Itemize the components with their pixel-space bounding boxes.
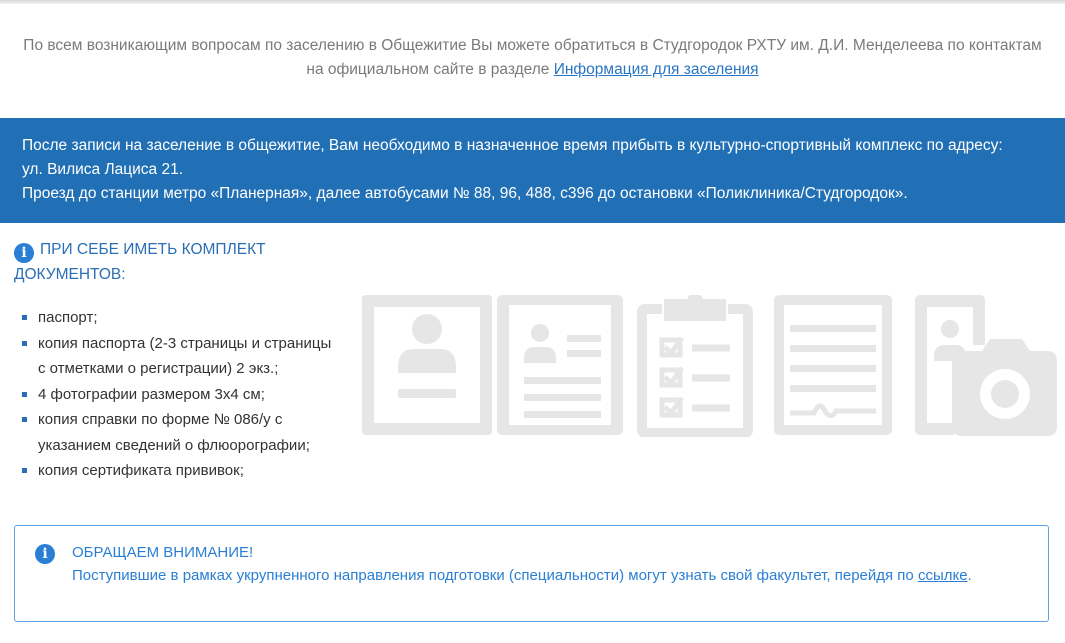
notice-body: Поступившие в рамках укрупненного направ…: [72, 564, 1022, 587]
list-item: паспорт;: [22, 305, 342, 331]
documents-list: паспорт; копия паспорта (2-3 страницы и …: [22, 305, 342, 484]
list-item: 4 фотографии размером 3х4 см;: [22, 382, 342, 408]
banner-line-3: Проезд до станции метро «Планерная», дал…: [22, 185, 908, 202]
notice-content: ОБРАЩАЕМ ВНИМАНИЕ! Поступившие в рамках …: [72, 541, 1022, 587]
top-divider: [0, 0, 1065, 4]
list-item: копия паспорта (2-3 страницы и страницы …: [22, 331, 342, 382]
documents-illustration: [362, 295, 1057, 437]
list-item: копия сертификата прививок;: [22, 458, 342, 484]
signed-document-icon: [774, 295, 892, 435]
photo-camera-icon: [915, 295, 1057, 436]
notice-text: Поступившие в рамках укрупненного направ…: [72, 567, 918, 584]
intro-line-1: По всем возникающим вопросам по заселени…: [23, 37, 1042, 54]
intro-line-2: на официальном сайте в разделе Информаци…: [0, 58, 1065, 82]
id-card-icon: [497, 295, 623, 435]
intro-line-2-prefix: на официальном сайте в разделе: [306, 61, 554, 78]
banner-line-2: ул. Вилиса Лациса 21.: [22, 161, 183, 178]
info-icon: i: [14, 243, 34, 263]
list-item: копия справки по форме № 086/у с указани…: [22, 407, 342, 458]
notice-title: ОБРАЩАЕМ ВНИМАНИЕ!: [72, 544, 254, 561]
banner-line-1: После записи на заселение в общежитие, В…: [22, 137, 1003, 154]
info-icon: i: [35, 544, 55, 564]
documents-heading-line-1: ПРИ СЕБЕ ИМЕТЬ КОМПЛЕКТ: [40, 241, 266, 258]
documents-heading-line-2: ДОКУМЕНТОВ:: [14, 266, 126, 283]
checklist-icon: [637, 295, 753, 437]
documents-heading: i ПРИ СЕБЕ ИМЕТЬ КОМПЛЕКТ ДОКУМЕНТОВ:: [14, 238, 314, 287]
notice-suffix: .: [967, 567, 972, 584]
faculty-link[interactable]: ссылке: [918, 567, 968, 584]
info-for-settlement-link[interactable]: Информация для заселения: [554, 61, 759, 78]
address-banner: После записи на заселение в общежитие, В…: [0, 118, 1065, 223]
notice-box: i ОБРАЩАЕМ ВНИМАНИЕ! Поступившие в рамка…: [14, 525, 1049, 622]
intro-text: По всем возникающим вопросам по заселени…: [0, 34, 1065, 82]
passport-icon: [362, 295, 492, 435]
